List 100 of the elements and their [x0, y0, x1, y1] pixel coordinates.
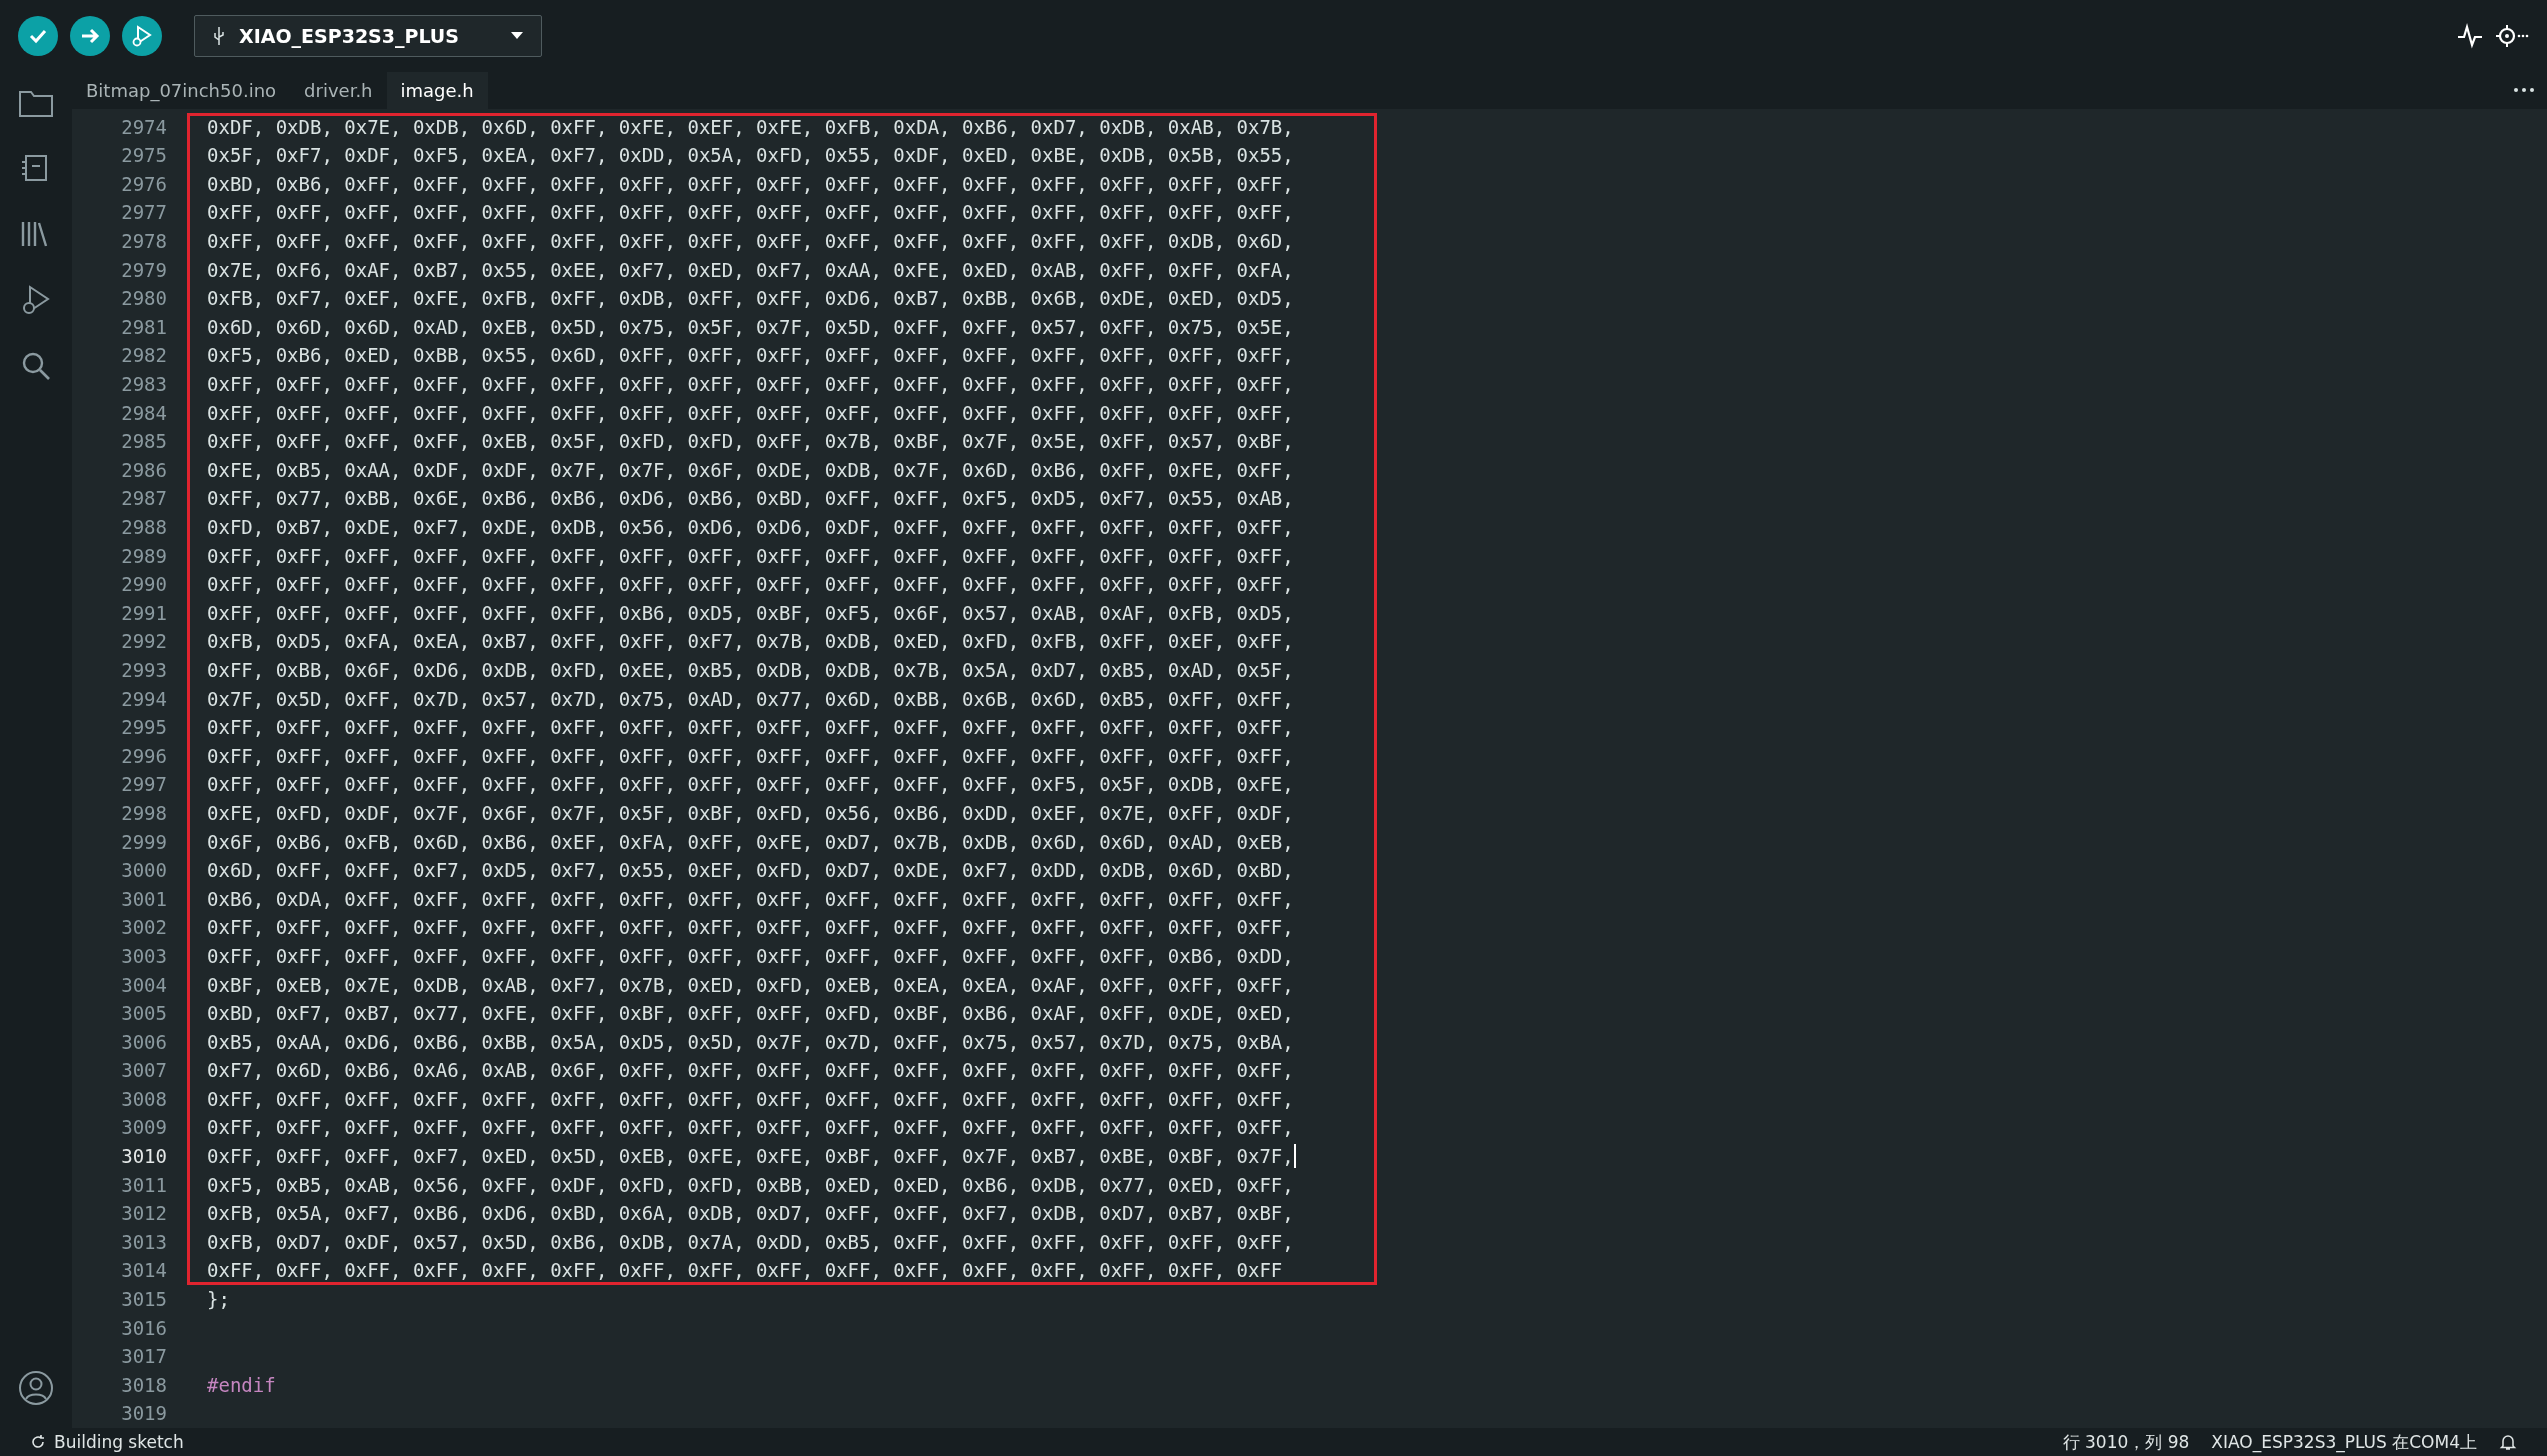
code-line: 0xFF, 0xFF, 0xFF, 0xFF, 0xFF, 0xFF, 0xFF, 0xFF, 0xFF, 0xFF, 0xFF, 0xFF, 0xFF, 0xFF, 0xFF, 0xFF,	[207, 200, 1294, 226]
code-line: 0xFB, 0xD5, 0xFA, 0xEA, 0xB7, 0xFF, 0xFF, 0xF7, 0x7B, 0xDB, 0xED, 0xFD, 0xFB, 0xFF, 0xEF, 0xFF,	[207, 629, 1294, 655]
verify-button[interactable]	[18, 16, 58, 56]
folder-icon[interactable]	[18, 88, 54, 118]
code-line: 0xFB, 0xF7, 0xEF, 0xFE, 0xFB, 0xFF, 0xDB, 0xFF, 0xFF, 0xD6, 0xB7, 0xBB, 0x6B, 0xDE, 0xED, 0xD5,	[207, 286, 1294, 312]
text-cursor	[1293, 1144, 1296, 1169]
line-number: 3002	[120, 915, 168, 941]
code-line: 0x6D, 0xFF, 0xFF, 0xF7, 0xD5, 0xF7, 0x55, 0xEF, 0xFD, 0xD7, 0xDE, 0xF7, 0xDD, 0xDB, 0x6D, 0xBD,	[207, 858, 1294, 884]
line-number: 3009	[120, 1115, 168, 1141]
line-number: 2975	[120, 143, 168, 169]
line-number: 3015	[120, 1287, 168, 1313]
play-bug-icon	[130, 24, 154, 48]
line-number: 2976	[120, 171, 168, 197]
line-number: 2986	[120, 457, 168, 483]
code-line: 0xFB, 0x5A, 0xF7, 0xB6, 0xD6, 0xBD, 0x6A, 0xDB, 0xD7, 0xFF, 0xFF, 0xF7, 0xDB, 0xD7, 0xB7, 0xBF,	[207, 1201, 1294, 1227]
code-line: 0xFF, 0x77, 0xBB, 0x6E, 0xB6, 0xB6, 0xD6, 0xB6, 0xBD, 0xFF, 0xFF, 0xF5, 0xD5, 0xF7, 0x55, 0xAB,	[207, 486, 1294, 512]
line-number: 2998	[120, 800, 168, 826]
code-line: 0xFF, 0xFF, 0xFF, 0xFF, 0xFF, 0xFF, 0xFF, 0xFF, 0xFF, 0xFF, 0xFF, 0xFF, 0xF5, 0x5F, 0xDB, 0xFE,	[207, 772, 1294, 798]
code-line: 0xFF, 0xFF, 0xFF, 0xFF, 0xFF, 0xFF, 0xFF, 0xFF, 0xFF, 0xFF, 0xFF, 0xFF, 0xFF, 0xFF, 0xFF, 0xFF,	[207, 572, 1294, 598]
code-line: 0xFF, 0xFF, 0xFF, 0xF7, 0xED, 0x5D, 0xEB, 0xFE, 0xFE, 0xBF, 0xFF, 0x7F, 0xB7, 0xBE, 0xBF, 0x7F,	[207, 1144, 1294, 1170]
more-icon[interactable]	[2513, 87, 2535, 94]
line-number: 3019	[120, 1401, 168, 1427]
line-number: 2983	[120, 372, 168, 398]
code-line: 0xFF, 0xFF, 0xFF, 0xFF, 0xFF, 0xFF, 0xFF, 0xFF, 0xFF, 0xFF, 0xFF, 0xFF, 0xFF, 0xFF, 0xFF, 0xFF,	[207, 400, 1294, 426]
code-line: 0xFF, 0xFF, 0xFF, 0xFF, 0xFF, 0xFF, 0xFF, 0xFF, 0xFF, 0xFF, 0xFF, 0xFF, 0xFF, 0xFF, 0xFF, 0xFF,	[207, 372, 1294, 398]
line-number: 2974	[120, 114, 168, 140]
usb-icon	[213, 26, 225, 46]
status-message: Building sketch	[54, 1432, 184, 1452]
upload-button[interactable]	[70, 16, 110, 56]
line-number: 3000	[120, 858, 168, 884]
code-line: 0xFF, 0xFF, 0xFF, 0xFF, 0xFF, 0xFF, 0xFF, 0xFF, 0xFF, 0xFF, 0xFF, 0xFF, 0xFF, 0xFF, 0xFF, 0xFF	[207, 1258, 1283, 1284]
line-number: 2982	[120, 343, 168, 369]
line-number: 2990	[120, 572, 168, 598]
line-number: 2992	[120, 629, 168, 655]
code-line: 0xFF, 0xFF, 0xFF, 0xFF, 0xFF, 0xFF, 0xFF, 0xFF, 0xFF, 0xFF, 0xFF, 0xFF, 0xFF, 0xFF, 0xDB, 0x6D,	[207, 229, 1294, 255]
code-line: 0xFF, 0xFF, 0xFF, 0xFF, 0xFF, 0xFF, 0xB6, 0xD5, 0xBF, 0xF5, 0x6F, 0x57, 0xAB, 0xAF, 0xFB, 0xD5,	[207, 600, 1294, 626]
line-number: 3011	[120, 1172, 168, 1198]
code-line: 0xF5, 0xB5, 0xAB, 0x56, 0xFF, 0xDF, 0xFD, 0xFD, 0xBB, 0xED, 0xED, 0xB6, 0xDB, 0x77, 0xED, 0xFF,	[207, 1172, 1294, 1198]
dropdown-caret-icon	[511, 32, 523, 40]
code-line: 0xFF, 0xBB, 0x6F, 0xD6, 0xDB, 0xFD, 0xEE, 0xB5, 0xDB, 0xDB, 0x7B, 0x5A, 0xD7, 0xB5, 0xAD, 0x5F,	[207, 657, 1294, 683]
code-line: 0xF7, 0x6D, 0xB6, 0xA6, 0xAB, 0x6F, 0xFF, 0xFF, 0xFF, 0xFF, 0xFF, 0xFF, 0xFF, 0xFF, 0xFF, 0xFF,	[207, 1058, 1294, 1084]
file-tab[interactable]: Bitmap_07inch50.ino	[72, 72, 291, 109]
board-port-status: XIAO_ESP32S3_PLUS 在COM4上	[2211, 1430, 2477, 1454]
account-icon[interactable]	[18, 1370, 54, 1406]
line-number: 3006	[120, 1029, 168, 1055]
code-line: 0xFF, 0xFF, 0xFF, 0xFF, 0xFF, 0xFF, 0xFF, 0xFF, 0xFF, 0xFF, 0xFF, 0xFF, 0xFF, 0xFF, 0xFF, 0xFF,	[207, 915, 1294, 941]
code-line: 0xFF, 0xFF, 0xFF, 0xFF, 0xFF, 0xFF, 0xFF, 0xFF, 0xFF, 0xFF, 0xFF, 0xFF, 0xFF, 0xFF, 0xFF, 0xFF,	[207, 715, 1294, 741]
line-number: 2987	[120, 486, 168, 512]
code-line: 0x7F, 0x5D, 0xFF, 0x7D, 0x57, 0x7D, 0x75, 0xAD, 0x77, 0x6D, 0xBB, 0x6B, 0x6D, 0xB5, 0xFF, 0xFF,	[207, 686, 1294, 712]
line-number: 2993	[120, 657, 168, 683]
debug-icon[interactable]	[20, 284, 52, 316]
line-number: 2999	[120, 829, 168, 855]
refresh-icon	[30, 1434, 46, 1450]
preprocessor-directive: #endif	[207, 1372, 276, 1398]
code-line: 0xFF, 0xFF, 0xFF, 0xFF, 0xFF, 0xFF, 0xFF, 0xFF, 0xFF, 0xFF, 0xFF, 0xFF, 0xFF, 0xFF, 0xFF, 0xFF,	[207, 1115, 1294, 1141]
code-line: 0xFB, 0xD7, 0xDF, 0x57, 0x5D, 0xB6, 0xDB, 0x7A, 0xDD, 0xB5, 0xFF, 0xFF, 0xFF, 0xFF, 0xFF, 0xFF,	[207, 1229, 1294, 1255]
line-number: 3013	[120, 1229, 168, 1255]
line-number: 2977	[120, 200, 168, 226]
code-line: 0x6F, 0xB6, 0xFB, 0x6D, 0xB6, 0xEF, 0xFA, 0xFF, 0xFE, 0xD7, 0x7B, 0xDB, 0x6D, 0x6D, 0xAD, 0xEB,	[207, 829, 1294, 855]
line-number: 3018	[120, 1372, 168, 1398]
line-number: 3012	[120, 1201, 168, 1227]
code-line: 0xBF, 0xEB, 0x7E, 0xDB, 0xAB, 0xF7, 0x7B, 0xED, 0xFD, 0xEB, 0xEA, 0xEA, 0xAF, 0xFF, 0xFF, 0xFF,	[207, 972, 1294, 998]
line-number: 3008	[120, 1086, 168, 1112]
code-line: 0xFE, 0xFD, 0xDF, 0x7F, 0x6F, 0x7F, 0x5F, 0xBF, 0xFD, 0x56, 0xB6, 0xDD, 0xEF, 0x7E, 0xFF, 0xDF,	[207, 800, 1294, 826]
code-line: };	[207, 1287, 230, 1313]
line-number: 3005	[120, 1001, 168, 1027]
code-line: 0xB5, 0xAA, 0xD6, 0xB6, 0xBB, 0x5A, 0xD5, 0x5D, 0x7F, 0x7D, 0xFF, 0x75, 0x57, 0x7D, 0x75, 0xBA,	[207, 1029, 1294, 1055]
code-line: 0x7E, 0xF6, 0xAF, 0xB7, 0x55, 0xEE, 0xF7, 0xED, 0xF7, 0xAA, 0xFE, 0xED, 0xAB, 0xFF, 0xFF, 0xFA,	[207, 257, 1294, 283]
line-number: 2997	[120, 772, 168, 798]
code-line: 0xDF, 0xDB, 0x7E, 0xDB, 0x6D, 0xFF, 0xFE, 0xEF, 0xFE, 0xFB, 0xDA, 0xB6, 0xD7, 0xDB, 0xAB, 0x7B,	[207, 114, 1294, 140]
line-number: 2980	[120, 286, 168, 312]
line-number: 2995	[120, 715, 168, 741]
code-line: 0x5F, 0xF7, 0xDF, 0xF5, 0xEA, 0xF7, 0xDD, 0x5A, 0xFD, 0x55, 0xDF, 0xED, 0xBE, 0xDB, 0x5B, 0x55,	[207, 143, 1294, 169]
board-selector[interactable]: XIAO_ESP32S3_PLUS	[194, 15, 542, 57]
bell-icon[interactable]	[2499, 1433, 2517, 1451]
code-line: 0xBD, 0xB6, 0xFF, 0xFF, 0xFF, 0xFF, 0xFF, 0xFF, 0xFF, 0xFF, 0xFF, 0xFF, 0xFF, 0xFF, 0xFF, 0xFF,	[207, 171, 1294, 197]
serial-monitor-icon[interactable]	[2495, 23, 2529, 49]
code-line: 0xFF, 0xFF, 0xFF, 0xFF, 0xFF, 0xFF, 0xFF, 0xFF, 0xFF, 0xFF, 0xFF, 0xFF, 0xFF, 0xFF, 0xFF, 0xFF,	[207, 1086, 1294, 1112]
line-number: 2979	[120, 257, 168, 283]
line-number: 2989	[120, 543, 168, 569]
line-number: 2996	[120, 743, 168, 769]
line-number: 3010	[120, 1144, 168, 1170]
search-icon[interactable]	[20, 350, 52, 382]
code-line: 0xFF, 0xFF, 0xFF, 0xFF, 0xFF, 0xFF, 0xFF, 0xFF, 0xFF, 0xFF, 0xFF, 0xFF, 0xFF, 0xFF, 0xFF, 0xFF,	[207, 543, 1294, 569]
code-line: 0xF5, 0xB6, 0xED, 0xBB, 0x55, 0x6D, 0xFF, 0xFF, 0xFF, 0xFF, 0xFF, 0xFF, 0xFF, 0xFF, 0xFF, 0xFF,	[207, 343, 1294, 369]
line-number: 2985	[120, 429, 168, 455]
line-number: 3016	[120, 1315, 168, 1341]
line-number: 2988	[120, 515, 168, 540]
serial-plotter-icon[interactable]	[2457, 23, 2483, 49]
line-number: 3014	[120, 1258, 168, 1284]
file-tab[interactable]: image.h	[386, 72, 488, 109]
line-number: 2978	[120, 229, 168, 255]
file-tab[interactable]: driver.h	[290, 72, 387, 109]
debug-button[interactable]	[122, 16, 162, 56]
code-line: 0x6D, 0x6D, 0x6D, 0xAD, 0xEB, 0x5D, 0x75, 0x5F, 0x7F, 0x5D, 0xFF, 0xFF, 0x57, 0xFF, 0x75, 0x5E,	[207, 314, 1294, 340]
line-number: 3001	[120, 886, 168, 912]
line-number: 2981	[120, 314, 168, 340]
cursor-position: 行 3010，列 98	[2062, 1430, 2190, 1454]
line-number: 2984	[120, 400, 168, 426]
code-line: 0xBD, 0xF7, 0xB7, 0x77, 0xFE, 0xFF, 0xBF, 0xFF, 0xFF, 0xFD, 0xBF, 0xB6, 0xAF, 0xFF, 0xDE, 0xED,	[207, 1001, 1294, 1027]
